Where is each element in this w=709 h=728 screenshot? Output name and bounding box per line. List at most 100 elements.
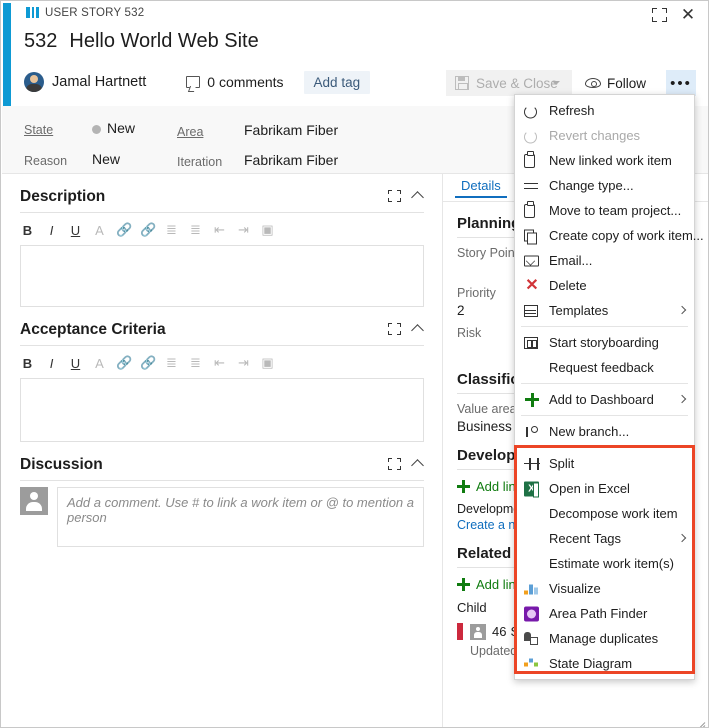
menu-item-change-type[interactable]: Change type...	[515, 173, 694, 198]
underline-icon[interactable]: U	[68, 223, 83, 238]
follow-button[interactable]: Follow	[585, 70, 646, 96]
area-value[interactable]: Fabrikam Fiber	[244, 122, 338, 138]
add-tag-button[interactable]: Add tag	[303, 70, 371, 94]
unlink-icon[interactable]: 🔗	[140, 355, 156, 371]
italic-icon[interactable]: I	[44, 223, 59, 238]
menu-item-state-diagram[interactable]: State Diagram	[515, 651, 694, 676]
acceptance-criteria-rte-toolbar[interactable]: B I U A 🔗 🔗 ≣ ≣ ⇤ ⇥ ▣	[20, 352, 424, 374]
chevron-up-icon[interactable]	[411, 324, 424, 337]
description-rte-toolbar[interactable]: B I U A 🔗 🔗 ≣ ≣ ⇤ ⇥ ▣	[20, 219, 424, 241]
state-dot-icon	[92, 125, 101, 134]
menu-item-label: Delete	[549, 278, 587, 293]
menu-separator	[521, 415, 688, 416]
expand-icon[interactable]	[652, 8, 667, 22]
menu-item-area-path-finder[interactable]: Area Path Finder	[515, 601, 694, 626]
more-actions-button[interactable]: •••	[666, 70, 696, 96]
save-and-close-button[interactable]: Save & Close	[446, 70, 572, 96]
outdent-icon[interactable]: ⇤	[212, 222, 227, 238]
copy-icon	[524, 229, 537, 244]
menu-item-move-to-team-project[interactable]: Move to team project...	[515, 198, 694, 223]
menu-item-create-copy-of-work-item[interactable]: Create copy of work item...	[515, 223, 704, 248]
menu-item-request-feedback[interactable]: Request feedback	[515, 355, 694, 380]
priority-bar-icon	[457, 623, 463, 640]
menu-item-new-linked-work-item[interactable]: New linked work item	[515, 148, 694, 173]
close-icon[interactable]: ✕	[679, 6, 697, 24]
indent-icon[interactable]: ⇥	[236, 222, 251, 238]
indent-icon[interactable]: ⇥	[236, 355, 251, 371]
menu-item-label: Refresh	[549, 103, 595, 118]
expand-icon[interactable]	[388, 458, 401, 470]
state-value[interactable]: New	[107, 120, 135, 136]
expand-icon[interactable]	[388, 190, 401, 202]
follow-label: Follow	[607, 75, 647, 91]
numbered-list-icon[interactable]: ≣	[188, 355, 203, 371]
comment-icon	[186, 76, 201, 88]
numbered-list-icon[interactable]: ≣	[188, 222, 203, 238]
avatar	[20, 487, 48, 515]
excel-icon: X	[524, 481, 539, 497]
bullet-list-icon[interactable]: ≣	[164, 355, 179, 371]
menu-item-label: Area Path Finder	[549, 606, 648, 621]
menu-item-email[interactable]: Email...	[515, 248, 694, 273]
comment-input[interactable]: Add a comment. Use # to link a work item…	[57, 487, 424, 547]
italic-icon[interactable]: I	[44, 356, 59, 371]
bold-icon[interactable]: B	[20, 356, 35, 371]
tab-details[interactable]: Details	[455, 178, 507, 198]
menu-item-add-to-dashboard[interactable]: Add to Dashboard	[515, 387, 694, 412]
iteration-value[interactable]: Fabrikam Fiber	[244, 152, 338, 168]
chevron-down-icon[interactable]	[552, 81, 560, 85]
comments-count[interactable]: 0 comments	[186, 74, 284, 90]
area-path-finder-icon	[524, 606, 539, 621]
menu-item-manage-duplicates[interactable]: Manage duplicates	[515, 626, 694, 651]
menu-separator	[521, 383, 688, 384]
new-linked-work-item-icon	[524, 150, 535, 168]
chevron-right-icon	[677, 394, 687, 403]
expand-icon[interactable]	[388, 323, 401, 335]
revert-icon	[524, 130, 537, 143]
menu-item-new-branch[interactable]: New branch...	[515, 419, 694, 444]
bullet-list-icon[interactable]: ≣	[164, 222, 179, 238]
menu-item-decompose-work-item[interactable]: Decompose work item	[515, 501, 694, 526]
menu-item-open-in-excel[interactable]: X Open in Excel	[515, 476, 694, 501]
menu-item-visualize[interactable]: Visualize	[515, 576, 694, 601]
assigned-to-name[interactable]: Jamal Hartnett	[52, 74, 146, 90]
chevron-up-icon[interactable]	[411, 459, 424, 472]
description-section-header: Description	[20, 174, 424, 213]
work-item-title[interactable]: Hello World Web Site	[69, 30, 258, 52]
description-section-buttons	[388, 190, 424, 204]
menu-item-templates[interactable]: Templates	[515, 298, 694, 323]
bold-icon[interactable]: B	[20, 223, 35, 238]
more-actions-menu[interactable]: Refresh Revert changes New linked work i…	[514, 94, 704, 680]
eye-icon	[585, 78, 601, 88]
acceptance-criteria-input[interactable]	[20, 378, 424, 442]
menu-item-start-storyboarding[interactable]: Start storyboarding	[515, 330, 694, 355]
menu-item-delete[interactable]: ✕ Delete	[515, 273, 694, 298]
work-item-type-stripe	[3, 3, 11, 107]
unlink-icon[interactable]: 🔗	[140, 222, 156, 238]
clear-format-icon[interactable]: A	[92, 223, 107, 238]
state-label: State	[24, 123, 54, 137]
menu-item-label: Add to Dashboard	[549, 392, 654, 407]
menu-item-label: Revert changes	[549, 128, 641, 143]
menu-item-recent-tags[interactable]: Recent Tags	[515, 526, 694, 551]
save-icon	[455, 76, 469, 90]
clear-format-icon[interactable]: A	[92, 356, 107, 371]
split-icon	[524, 457, 540, 470]
description-input[interactable]	[20, 245, 424, 307]
work-item-type-breadcrumb: USER STORY 532	[26, 7, 144, 19]
insert-image-icon[interactable]: ▣	[260, 222, 275, 238]
menu-item-split[interactable]: Split	[515, 451, 694, 476]
menu-item-estimate-work-items[interactable]: Estimate work item(s)	[515, 551, 694, 576]
chevron-up-icon[interactable]	[411, 191, 424, 204]
outdent-icon[interactable]: ⇤	[212, 355, 227, 371]
menu-item-label: Open in Excel	[549, 481, 630, 496]
link-icon[interactable]: 🔗	[116, 222, 132, 238]
insert-image-icon[interactable]: ▣	[260, 355, 275, 371]
resize-grip[interactable]	[693, 712, 706, 727]
reason-value[interactable]: New	[92, 151, 120, 167]
discussion-title: Discussion	[20, 456, 103, 473]
underline-icon[interactable]: U	[68, 356, 83, 371]
link-icon[interactable]: 🔗	[116, 355, 132, 371]
chevron-right-icon	[677, 305, 687, 314]
menu-item-refresh[interactable]: Refresh	[515, 98, 694, 123]
